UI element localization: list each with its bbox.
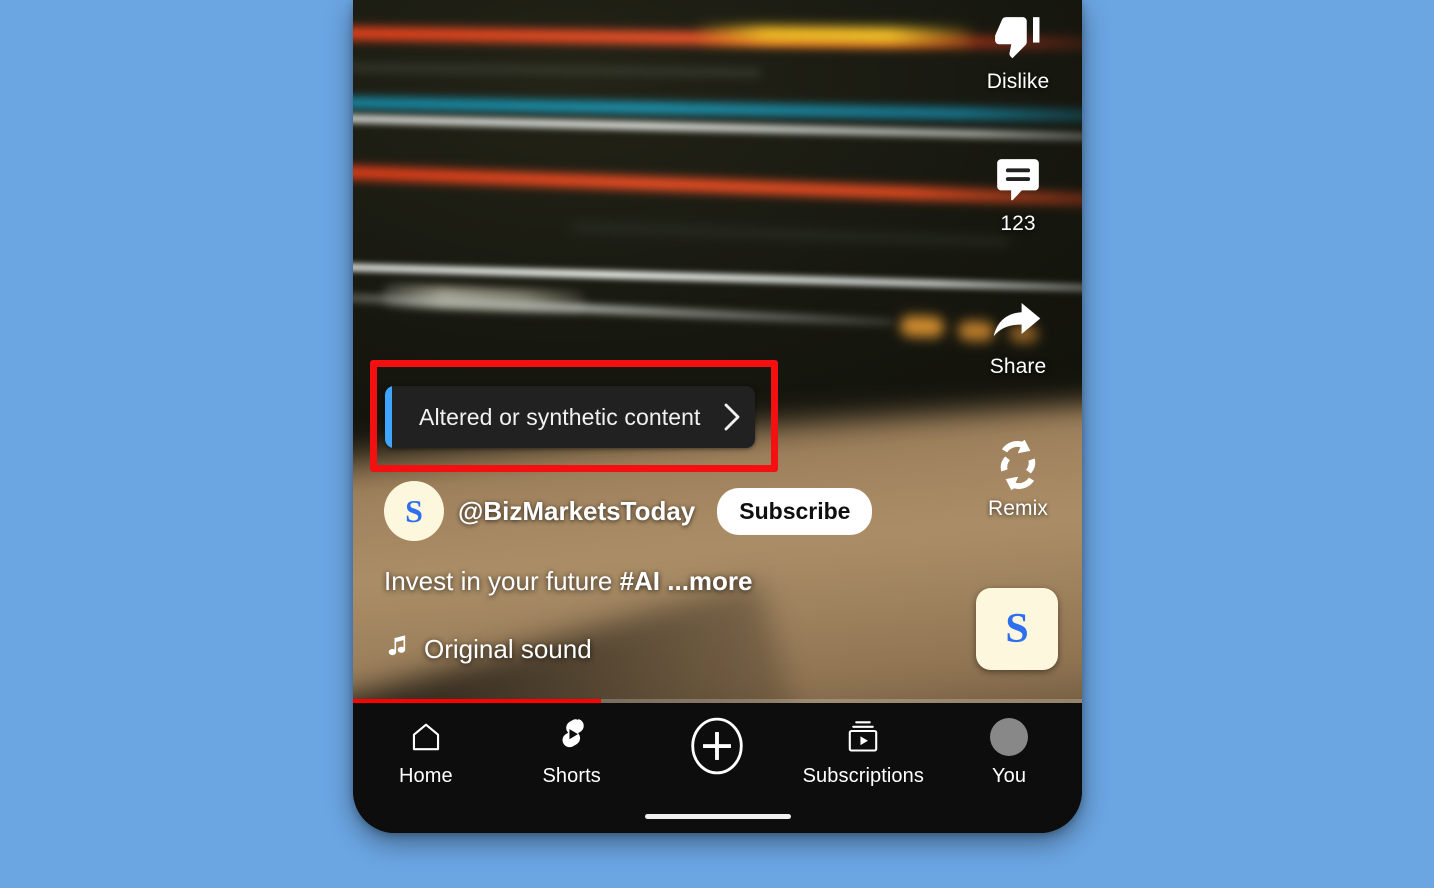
video-caption[interactable]: Invest in your future #AI ...more — [384, 566, 753, 597]
sound-row[interactable]: Original sound — [384, 632, 592, 667]
nav-item-you[interactable]: You — [936, 715, 1082, 788]
sound-label: Original sound — [424, 634, 592, 664]
music-note-icon — [384, 632, 410, 667]
chevron-right-icon — [709, 402, 755, 432]
share-arrow-icon — [954, 295, 1082, 351]
thumbs-down-icon — [954, 10, 1082, 66]
channel-row: S @BizMarketsToday Subscribe — [384, 481, 873, 541]
nav-item-home[interactable]: Home — [353, 715, 499, 788]
sound-thumbnail[interactable]: S — [976, 588, 1058, 670]
comments-button[interactable]: 123 — [954, 152, 1082, 236]
bottom-navigation-bar: Home Shorts Subscriptions You — [353, 703, 1082, 833]
subscriptions-icon — [844, 715, 882, 759]
sound-thumbnail-letter: S — [1005, 606, 1029, 652]
caption-hashtag[interactable]: #AI — [620, 566, 660, 596]
nav-label-shorts: Shorts — [542, 765, 601, 787]
remix-arrows-icon — [954, 437, 1082, 493]
nav-item-create[interactable] — [645, 715, 791, 783]
channel-avatar[interactable]: S — [384, 481, 444, 541]
plus-circle-icon — [686, 715, 748, 777]
shorts-video-player[interactable]: Dislike 123 Share Remix S Altered or syn… — [353, 0, 1082, 703]
dislike-button[interactable]: Dislike — [954, 10, 1082, 94]
share-button[interactable]: Share — [954, 295, 1082, 379]
channel-avatar-letter: S — [405, 492, 423, 529]
home-icon — [409, 715, 443, 759]
nav-label-subscriptions: Subscriptions — [802, 765, 924, 787]
avatar — [990, 718, 1029, 756]
comment-bubble-icon — [954, 152, 1082, 208]
shorts-icon — [555, 715, 589, 759]
nav-label-home: Home — [399, 765, 453, 787]
nav-item-shorts[interactable]: Shorts — [499, 715, 645, 788]
banner-label: Altered or synthetic content — [419, 403, 701, 430]
remix-button[interactable]: Remix — [954, 437, 1082, 521]
phone-frame: Dislike 123 Share Remix S Altered or syn… — [353, 0, 1082, 833]
home-indicator — [644, 814, 791, 819]
remix-label: Remix — [987, 497, 1048, 520]
altered-synthetic-content-banner[interactable]: Altered or synthetic content — [385, 386, 755, 448]
channel-handle[interactable]: @BizMarketsToday — [458, 496, 695, 527]
dislike-label: Dislike — [986, 70, 1050, 93]
nav-item-subscriptions[interactable]: Subscriptions — [790, 715, 936, 788]
video-light-streak — [695, 25, 973, 46]
comment-count-label: 123 — [1000, 212, 1036, 235]
banner-accent-bar — [385, 386, 392, 448]
caption-more-link[interactable]: ...more — [667, 566, 752, 596]
video-light-streak — [899, 315, 944, 339]
subscribe-button[interactable]: Subscribe — [717, 487, 873, 535]
share-label: Share — [989, 355, 1047, 378]
account-avatar-icon — [990, 715, 1029, 759]
caption-text: Invest in your future — [384, 566, 620, 596]
nav-label-you: You — [992, 765, 1027, 787]
